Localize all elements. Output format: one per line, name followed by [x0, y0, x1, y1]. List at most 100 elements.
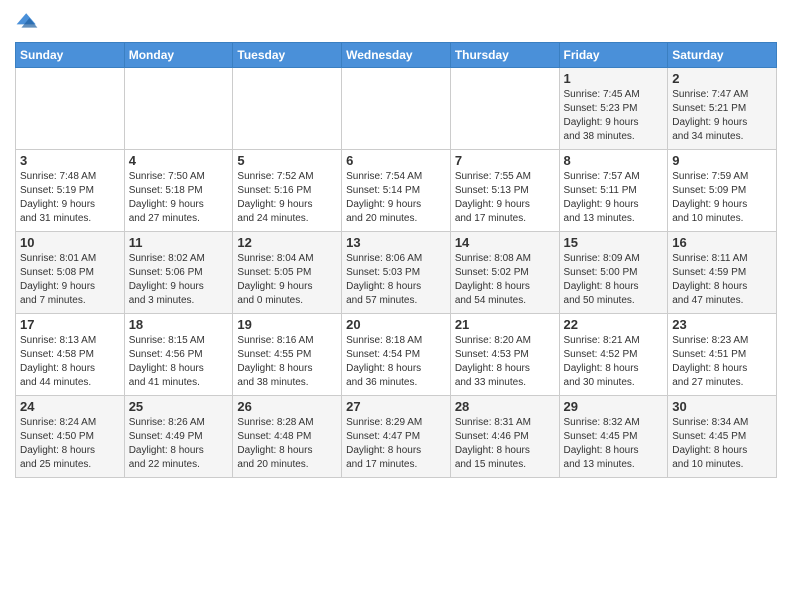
calendar-cell: 7 Sunrise: 7:55 AMSunset: 5:13 PMDaylight…	[450, 150, 559, 232]
day-header: Monday	[124, 43, 233, 68]
calendar-cell: 3 Sunrise: 7:48 AMSunset: 5:19 PMDaylight…	[16, 150, 125, 232]
day-info: Sunrise: 8:20 AMSunset: 4:53 PMDaylight:…	[455, 334, 555, 390]
calendar-cell: 1 Sunrise: 7:45 AMSunset: 5:23 PMDaylight…	[559, 68, 668, 150]
calendar-cell: 19 Sunrise: 8:16 AMSunset: 4:55 PMDayligh…	[233, 314, 342, 396]
calendar-cell: 16 Sunrise: 8:11 AMSunset: 4:59 PMDayligh…	[668, 232, 777, 314]
day-number: 4	[129, 153, 229, 168]
calendar-cell: 24Sunrise: 8:24 AMSunset: 4:50 PMDayligh…	[16, 396, 125, 478]
calendar-cell: 23Sunrise: 8:23 AMSunset: 4:51 PMDayligh…	[668, 314, 777, 396]
day-info: Sunrise: 8:11 AMSunset: 4:59 PMDaylight:…	[672, 252, 772, 308]
day-number: 22	[564, 317, 664, 332]
calendar-cell: 20 Sunrise: 8:18 AMSunset: 4:54 PMDayligh…	[342, 314, 451, 396]
day-number: 18	[129, 317, 229, 332]
day-number: 3	[20, 153, 120, 168]
day-info: Sunrise: 7:59 AMSunset: 5:09 PMDaylight:…	[672, 170, 772, 226]
header-row: SundayMondayTuesdayWednesdayThursdayFrid…	[16, 43, 777, 68]
day-header: Thursday	[450, 43, 559, 68]
day-info: Sunrise: 8:26 AMSunset: 4:49 PMDaylight:…	[129, 416, 229, 472]
main-container: SundayMondayTuesdayWednesdayThursdayFrid…	[0, 0, 792, 483]
day-info: Sunrise: 8:02 AMSunset: 5:06 PMDaylight:…	[129, 252, 229, 308]
calendar-cell: 15Sunrise: 8:09 AMSunset: 5:00 PMDayligh…	[559, 232, 668, 314]
day-info: Sunrise: 8:16 AMSunset: 4:55 PMDaylight:…	[237, 334, 337, 390]
day-info: Sunrise: 8:24 AMSunset: 4:50 PMDaylight:…	[20, 416, 120, 472]
calendar-cell	[16, 68, 125, 150]
day-number: 27	[346, 399, 446, 414]
calendar-cell: 11 Sunrise: 8:02 AMSunset: 5:06 PMDayligh…	[124, 232, 233, 314]
day-info: Sunrise: 8:29 AMSunset: 4:47 PMDaylight:…	[346, 416, 446, 472]
day-number: 26	[237, 399, 337, 414]
day-number: 19	[237, 317, 337, 332]
page-header	[15, 10, 777, 34]
day-info: Sunrise: 7:54 AMSunset: 5:14 PMDaylight:…	[346, 170, 446, 226]
calendar-cell: 5Sunrise: 7:52 AMSunset: 5:16 PMDaylight…	[233, 150, 342, 232]
calendar-cell: 2Sunrise: 7:47 AMSunset: 5:21 PMDaylight…	[668, 68, 777, 150]
day-number: 6	[346, 153, 446, 168]
day-number: 8	[564, 153, 664, 168]
calendar-cell: 9 Sunrise: 7:59 AMSunset: 5:09 PMDaylight…	[668, 150, 777, 232]
day-number: 11	[129, 235, 229, 250]
calendar-cell: 30 Sunrise: 8:34 AMSunset: 4:45 PMDayligh…	[668, 396, 777, 478]
day-number: 23	[672, 317, 772, 332]
day-header: Sunday	[16, 43, 125, 68]
day-info: Sunrise: 8:18 AMSunset: 4:54 PMDaylight:…	[346, 334, 446, 390]
day-info: Sunrise: 7:52 AMSunset: 5:16 PMDaylight:…	[237, 170, 337, 226]
day-number: 21	[455, 317, 555, 332]
day-info: Sunrise: 7:50 AMSunset: 5:18 PMDaylight:…	[129, 170, 229, 226]
day-number: 15	[564, 235, 664, 250]
calendar-cell: 17 Sunrise: 8:13 AMSunset: 4:58 PMDayligh…	[16, 314, 125, 396]
day-info: Sunrise: 8:08 AMSunset: 5:02 PMDaylight:…	[455, 252, 555, 308]
calendar-cell: 10 Sunrise: 8:01 AMSunset: 5:08 PMDayligh…	[16, 232, 125, 314]
day-number: 17	[20, 317, 120, 332]
day-info: Sunrise: 8:34 AMSunset: 4:45 PMDaylight:…	[672, 416, 772, 472]
day-info: Sunrise: 7:45 AMSunset: 5:23 PMDaylight:…	[564, 88, 664, 144]
day-info: Sunrise: 7:48 AMSunset: 5:19 PMDaylight:…	[20, 170, 120, 226]
calendar-week-row: 1 Sunrise: 7:45 AMSunset: 5:23 PMDaylight…	[16, 68, 777, 150]
day-number: 10	[20, 235, 120, 250]
calendar-cell: 8 Sunrise: 7:57 AMSunset: 5:11 PMDaylight…	[559, 150, 668, 232]
day-header: Wednesday	[342, 43, 451, 68]
day-info: Sunrise: 7:57 AMSunset: 5:11 PMDaylight:…	[564, 170, 664, 226]
day-info: Sunrise: 8:04 AMSunset: 5:05 PMDaylight:…	[237, 252, 337, 308]
calendar-week-row: 3 Sunrise: 7:48 AMSunset: 5:19 PMDaylight…	[16, 150, 777, 232]
calendar-cell: 4 Sunrise: 7:50 AMSunset: 5:18 PMDaylight…	[124, 150, 233, 232]
day-number: 25	[129, 399, 229, 414]
calendar-cell: 21 Sunrise: 8:20 AMSunset: 4:53 PMDayligh…	[450, 314, 559, 396]
calendar-cell: 13Sunrise: 8:06 AMSunset: 5:03 PMDayligh…	[342, 232, 451, 314]
calendar-cell: 25 Sunrise: 8:26 AMSunset: 4:49 PMDayligh…	[124, 396, 233, 478]
calendar-cell	[233, 68, 342, 150]
calendar-week-row: 17 Sunrise: 8:13 AMSunset: 4:58 PMDayligh…	[16, 314, 777, 396]
day-number: 12	[237, 235, 337, 250]
day-number: 29	[564, 399, 664, 414]
calendar-cell: 18 Sunrise: 8:15 AMSunset: 4:56 PMDayligh…	[124, 314, 233, 396]
day-info: Sunrise: 8:01 AMSunset: 5:08 PMDaylight:…	[20, 252, 120, 308]
calendar-cell	[124, 68, 233, 150]
calendar-cell: 22Sunrise: 8:21 AMSunset: 4:52 PMDayligh…	[559, 314, 668, 396]
calendar-cell: 14 Sunrise: 8:08 AMSunset: 5:02 PMDayligh…	[450, 232, 559, 314]
day-info: Sunrise: 8:31 AMSunset: 4:46 PMDaylight:…	[455, 416, 555, 472]
day-number: 20	[346, 317, 446, 332]
day-header: Friday	[559, 43, 668, 68]
day-info: Sunrise: 8:13 AMSunset: 4:58 PMDaylight:…	[20, 334, 120, 390]
day-number: 14	[455, 235, 555, 250]
logo-icon	[15, 10, 39, 34]
day-header: Saturday	[668, 43, 777, 68]
day-info: Sunrise: 8:15 AMSunset: 4:56 PMDaylight:…	[129, 334, 229, 390]
day-number: 30	[672, 399, 772, 414]
day-info: Sunrise: 7:55 AMSunset: 5:13 PMDaylight:…	[455, 170, 555, 226]
day-number: 9	[672, 153, 772, 168]
day-number: 28	[455, 399, 555, 414]
day-number: 13	[346, 235, 446, 250]
calendar-cell	[342, 68, 451, 150]
day-number: 1	[564, 71, 664, 86]
day-info: Sunrise: 7:47 AMSunset: 5:21 PMDaylight:…	[672, 88, 772, 144]
calendar-cell: 27 Sunrise: 8:29 AMSunset: 4:47 PMDayligh…	[342, 396, 451, 478]
day-number: 16	[672, 235, 772, 250]
calendar-cell: 26 Sunrise: 8:28 AMSunset: 4:48 PMDayligh…	[233, 396, 342, 478]
calendar-cell: 28 Sunrise: 8:31 AMSunset: 4:46 PMDayligh…	[450, 396, 559, 478]
logo	[15, 10, 43, 34]
day-info: Sunrise: 8:28 AMSunset: 4:48 PMDaylight:…	[237, 416, 337, 472]
calendar-cell: 6 Sunrise: 7:54 AMSunset: 5:14 PMDaylight…	[342, 150, 451, 232]
calendar-cell: 29Sunrise: 8:32 AMSunset: 4:45 PMDayligh…	[559, 396, 668, 478]
calendar-week-row: 24Sunrise: 8:24 AMSunset: 4:50 PMDayligh…	[16, 396, 777, 478]
day-number: 7	[455, 153, 555, 168]
